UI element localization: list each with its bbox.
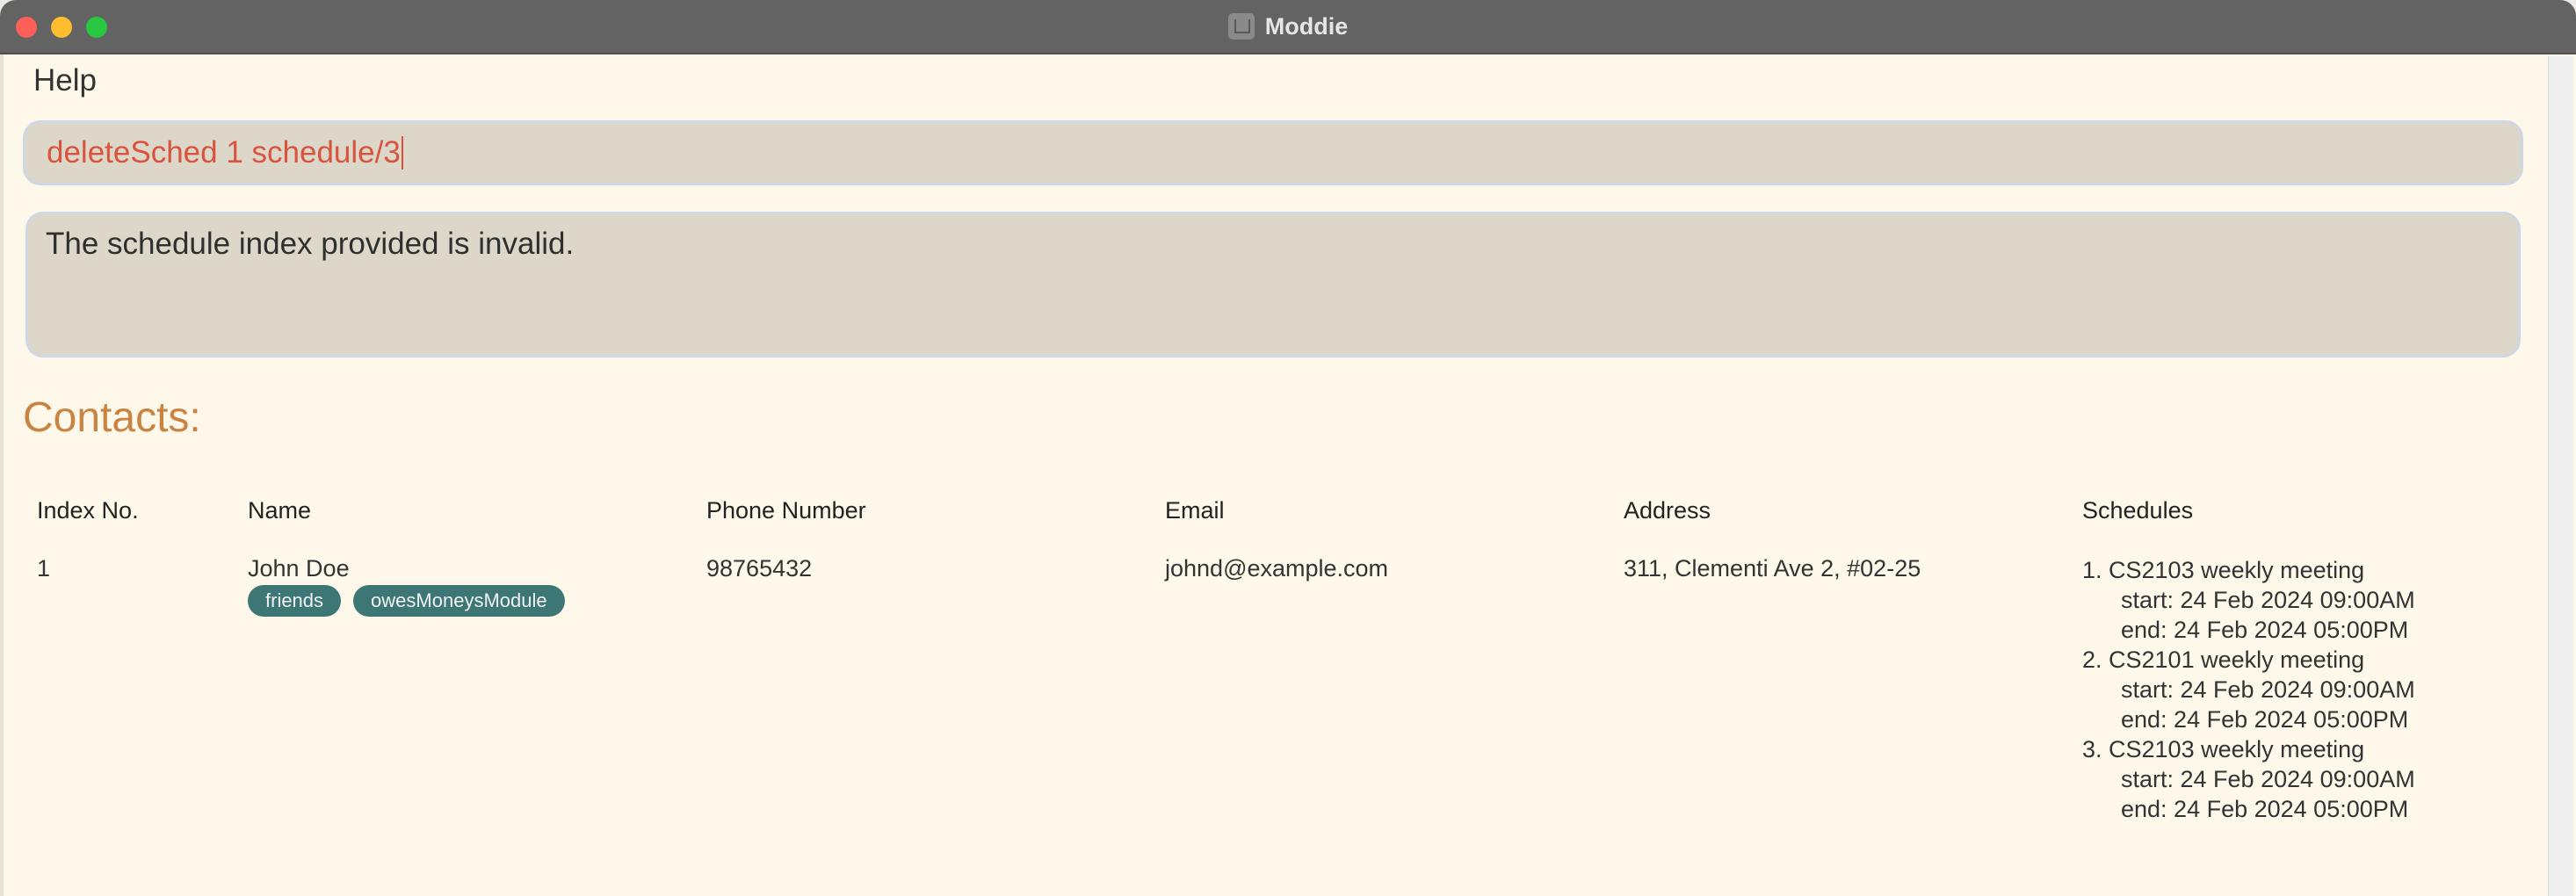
app-window: Moddie Help deleteSched 1 schedule/3 The… xyxy=(0,0,2576,896)
title-bar[interactable]: Moddie xyxy=(0,0,2576,54)
column-header-name: Name xyxy=(248,497,312,524)
contact-name: John Doe xyxy=(248,555,350,582)
schedule-title: 2. CS2101 weekly meeting xyxy=(2082,647,2365,673)
tag-owes-moneys-module: owesMoneysModule xyxy=(353,585,565,617)
text-caret xyxy=(401,136,403,170)
schedule-title: 1. CS2103 weekly meeting xyxy=(2082,557,2365,583)
schedule-item: 1. CS2103 weekly meeting start: 24 Feb 2… xyxy=(2082,555,2415,645)
contacts-heading: Contacts: xyxy=(23,394,201,441)
schedule-start: start: 24 Feb 2024 09:00AM xyxy=(2121,676,2415,703)
schedule-start: start: 24 Feb 2024 09:00AM xyxy=(2121,587,2415,613)
contact-index: 1 xyxy=(37,555,51,582)
window-title: Moddie xyxy=(1264,12,1349,40)
vertical-scrollbar[interactable] xyxy=(2548,56,2573,896)
contact-tags: friends owesMoneysModule xyxy=(248,585,577,617)
contact-email: johnd@example.com xyxy=(1165,555,1389,582)
column-header-index: Index No. xyxy=(37,497,139,524)
contact-schedules: 1. CS2103 weekly meeting start: 24 Feb 2… xyxy=(2082,555,2415,824)
window-left-edge xyxy=(0,54,4,896)
window-title-group: Moddie xyxy=(0,0,2576,53)
result-message: The schedule index provided is invalid. xyxy=(46,227,575,261)
contact-phone: 98765432 xyxy=(706,555,813,582)
menu-help[interactable]: Help xyxy=(33,63,97,98)
column-header-email: Email xyxy=(1165,497,1225,524)
column-header-address: Address xyxy=(1624,497,1711,524)
column-header-schedules: Schedules xyxy=(2082,497,2194,524)
schedule-end: end: 24 Feb 2024 05:00PM xyxy=(2121,796,2409,822)
schedule-end: end: 24 Feb 2024 05:00PM xyxy=(2121,706,2409,733)
command-input-text[interactable]: deleteSched 1 schedule/3 xyxy=(47,135,401,170)
command-input[interactable]: deleteSched 1 schedule/3 xyxy=(23,120,2523,185)
schedule-item: 3. CS2103 weekly meeting start: 24 Feb 2… xyxy=(2082,734,2415,824)
contact-address: 311, Clementi Ave 2, #02-25 xyxy=(1624,555,1921,582)
moddie-app-icon xyxy=(1227,13,1255,40)
schedule-item: 2. CS2101 weekly meeting start: 24 Feb 2… xyxy=(2082,645,2415,734)
schedule-start: start: 24 Feb 2024 09:00AM xyxy=(2121,766,2415,792)
schedule-end: end: 24 Feb 2024 05:00PM xyxy=(2121,617,2409,643)
result-display[interactable]: The schedule index provided is invalid. xyxy=(25,212,2521,358)
tag-friends: friends xyxy=(248,585,342,617)
schedule-title: 3. CS2103 weekly meeting xyxy=(2082,736,2365,762)
column-header-phone: Phone Number xyxy=(706,497,866,524)
